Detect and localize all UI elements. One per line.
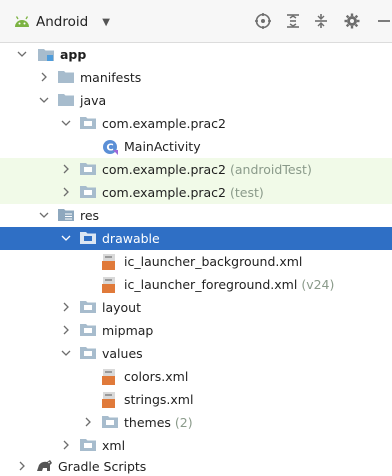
folder-icon	[80, 346, 96, 361]
gear-icon[interactable]	[341, 10, 363, 32]
tree-item-gradle-scripts[interactable]: Gradle Scripts	[0, 456, 392, 476]
tree-label-res: res	[80, 208, 100, 223]
tree-label-strings-xml: strings.xml	[124, 392, 194, 407]
tree-label-ic-launcher-foreground: ic_launcher_foreground.xml (v24)	[124, 276, 334, 293]
tree-label-ic-launcher-background: ic_launcher_background.xml	[124, 254, 303, 269]
source-set-suffix: (test)	[230, 185, 264, 200]
tree-label-java: java	[80, 93, 107, 108]
file-name: ic_launcher_foreground.xml	[124, 277, 298, 292]
dropdown-caret-icon: ▼	[102, 16, 110, 28]
chevron-right-icon[interactable]	[60, 185, 72, 199]
kotlin-class-icon: C	[102, 139, 118, 155]
tree-label-gradle-scripts: Gradle Scripts	[58, 459, 147, 474]
project-toolbar: Android ▼	[0, 0, 392, 43]
tree-item-layout[interactable]: layout	[0, 296, 392, 319]
tree-label-package-test: com.example.prac2 (test)	[102, 184, 264, 201]
folder-icon	[58, 93, 74, 108]
tree-item-package-main[interactable]: com.example.prac2	[0, 112, 392, 135]
tree-item-mipmap[interactable]: mipmap	[0, 319, 392, 342]
chevron-down-icon[interactable]	[60, 346, 72, 360]
svg-text:C: C	[106, 143, 113, 154]
package-name: com.example.prac2	[102, 162, 227, 177]
android-icon	[15, 16, 29, 27]
folder-name: themes	[124, 415, 171, 430]
folder-icon	[58, 70, 74, 85]
tree-item-java[interactable]: java	[0, 89, 392, 112]
module-folder-icon	[38, 47, 54, 62]
chevron-right-icon[interactable]	[82, 415, 94, 429]
chevron-right-icon[interactable]	[16, 459, 28, 473]
tree-item-colors-xml[interactable]: colors.xml	[0, 365, 392, 388]
xml-file-icon	[102, 392, 118, 408]
xml-file-icon	[102, 277, 118, 293]
chevron-right-icon[interactable]	[60, 323, 72, 337]
chevron-down-icon[interactable]	[60, 231, 72, 245]
package-name: com.example.prac2	[102, 185, 227, 200]
folder-icon	[80, 231, 96, 246]
chevron-right-icon[interactable]	[60, 438, 72, 452]
chevron-right-icon[interactable]	[38, 70, 50, 84]
folder-icon	[80, 323, 96, 338]
tree-item-themes[interactable]: themes (2)	[0, 411, 392, 434]
chevron-right-icon[interactable]	[60, 162, 72, 176]
tree-label-colors-xml: colors.xml	[124, 369, 189, 384]
tree-label-manifests: manifests	[80, 70, 142, 85]
tree-label-values: values	[102, 346, 143, 361]
chevron-right-icon[interactable]	[60, 300, 72, 314]
tree-item-ic-launcher-foreground[interactable]: ic_launcher_foreground.xml (v24)	[0, 273, 392, 296]
xml-file-icon	[102, 254, 118, 270]
tree-label-package-android-test: com.example.prac2 (androidTest)	[102, 161, 312, 178]
folder-icon	[80, 300, 96, 315]
tree-item-res[interactable]: res	[0, 204, 392, 227]
project-view-selector[interactable]: Android ▼	[14, 13, 110, 31]
chevron-down-icon[interactable]	[60, 116, 72, 130]
tree-label-drawable: drawable	[102, 231, 160, 246]
package-icon	[80, 185, 96, 200]
tree-label-layout: layout	[102, 300, 142, 315]
collapse-all-icon[interactable]	[282, 10, 304, 32]
tree-label-app: app	[60, 47, 87, 62]
tree-item-app[interactable]: app	[0, 43, 392, 66]
package-icon	[80, 162, 96, 177]
tree-label-themes: themes (2)	[124, 414, 193, 431]
minimize-icon[interactable]	[372, 10, 392, 32]
tree-item-xml[interactable]: xml	[0, 434, 392, 457]
project-view-label: Android	[36, 14, 89, 30]
xml-file-icon	[102, 369, 118, 385]
tree-item-package-android-test[interactable]: com.example.prac2 (androidTest)	[0, 158, 392, 181]
chevron-down-icon[interactable]	[38, 93, 50, 107]
tree-item-main-activity[interactable]: C MainActivity	[0, 135, 392, 158]
qualifier-suffix: (v24)	[301, 277, 335, 292]
tree-label-package-main: com.example.prac2	[102, 116, 227, 131]
resource-folder-icon	[58, 208, 74, 223]
source-set-suffix: (androidTest)	[230, 162, 312, 177]
crosshair-icon[interactable]	[252, 10, 274, 32]
chevron-down-icon[interactable]	[16, 47, 28, 61]
tree-item-drawable[interactable]: drawable	[0, 227, 392, 250]
tree-label-xml: xml	[102, 438, 126, 453]
tree-item-values[interactable]: values	[0, 342, 392, 365]
tree-item-strings-xml[interactable]: strings.xml	[0, 388, 392, 411]
tree-item-manifests[interactable]: manifests	[0, 66, 392, 89]
tree-label-main-activity: MainActivity	[124, 139, 201, 154]
tree-item-ic-launcher-background[interactable]: ic_launcher_background.xml	[0, 250, 392, 273]
expand-all-icon[interactable]	[310, 10, 332, 32]
gradle-elephant-icon	[36, 459, 52, 474]
chevron-down-icon[interactable]	[38, 208, 50, 222]
folder-icon	[80, 438, 96, 453]
count-suffix: (2)	[174, 415, 193, 430]
tree-item-package-test[interactable]: com.example.prac2 (test)	[0, 181, 392, 204]
folder-icon	[102, 415, 118, 430]
tree-label-mipmap: mipmap	[102, 323, 154, 338]
package-icon	[80, 116, 96, 131]
